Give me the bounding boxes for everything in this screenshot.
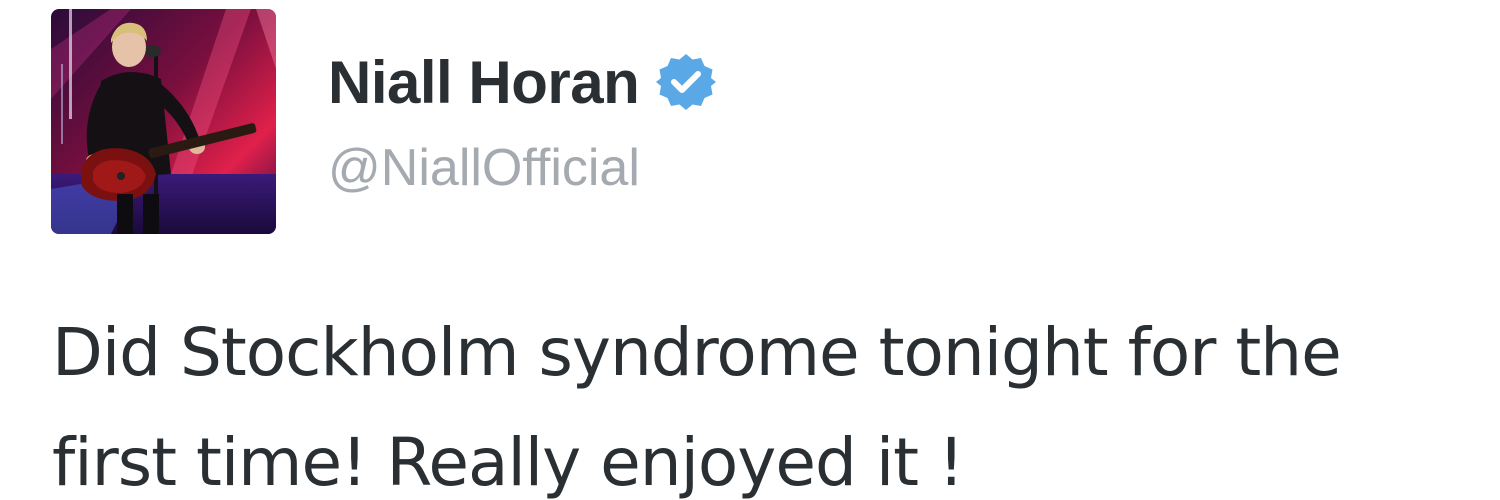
verified-badge-icon [655,51,717,113]
avatar-image [51,9,276,234]
tweet-text: Did Stockholm syndrome tonight for the f… [52,314,1342,500]
author-display-name[interactable]: Niall Horan [328,48,640,117]
avatar[interactable] [51,9,276,234]
author-handle[interactable]: @NiallOfficial [328,138,640,198]
author-name-row[interactable]: Niall Horan [328,42,717,122]
tweet-card: Niall Horan @NiallOfficial Did Stockholm… [0,0,1500,500]
